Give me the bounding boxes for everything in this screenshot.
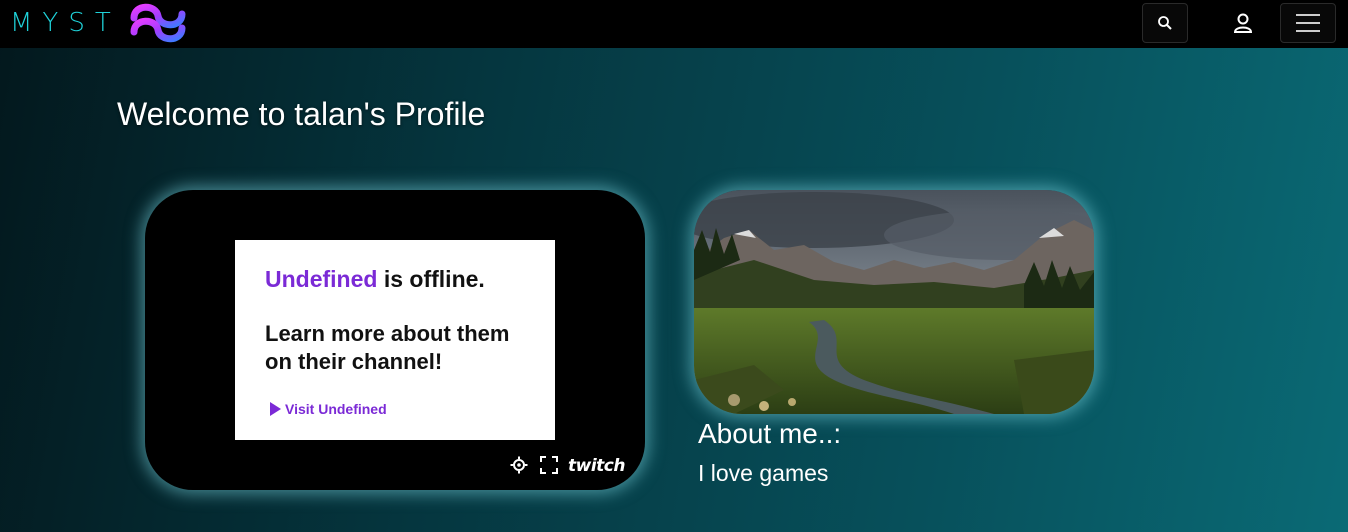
offline-card: Undefined is offline. Learn more about t… (235, 240, 555, 440)
offline-suffix: is offline. (377, 266, 485, 292)
search-button[interactable] (1142, 3, 1188, 43)
top-navbar: MYST (0, 0, 1348, 48)
channel-name[interactable]: Undefined (265, 266, 377, 292)
learn-more-text: Learn more about them on their channel! (265, 321, 510, 374)
about-text: I love games (698, 460, 829, 486)
profile-banner-image (694, 190, 1094, 414)
offline-status: Undefined is offline. (265, 266, 485, 293)
mountain-landscape-image (694, 190, 1094, 414)
settings-button[interactable] (510, 456, 528, 474)
about-title: About me..: (698, 418, 842, 449)
visit-label: Visit Undefined (285, 401, 387, 417)
page-title: Welcome to talan's Profile (117, 96, 486, 132)
logo-wordmark[interactable]: MYST (10, 8, 121, 38)
logo-mark-icon[interactable] (128, 0, 190, 46)
user-button[interactable] (1220, 3, 1266, 43)
menu-icon (1296, 14, 1320, 32)
search-icon (1158, 16, 1172, 30)
user-icon (1233, 13, 1253, 33)
visit-channel-link[interactable]: Visit Undefined (269, 401, 387, 417)
twitch-logo[interactable]: twitch (568, 456, 625, 476)
twitch-player[interactable]: Undefined is offline. Learn more about t… (145, 190, 645, 490)
fullscreen-icon (540, 456, 558, 474)
play-icon (270, 402, 281, 416)
menu-button[interactable] (1280, 3, 1336, 43)
settings-icon (510, 456, 528, 474)
fullscreen-button[interactable] (540, 456, 558, 474)
